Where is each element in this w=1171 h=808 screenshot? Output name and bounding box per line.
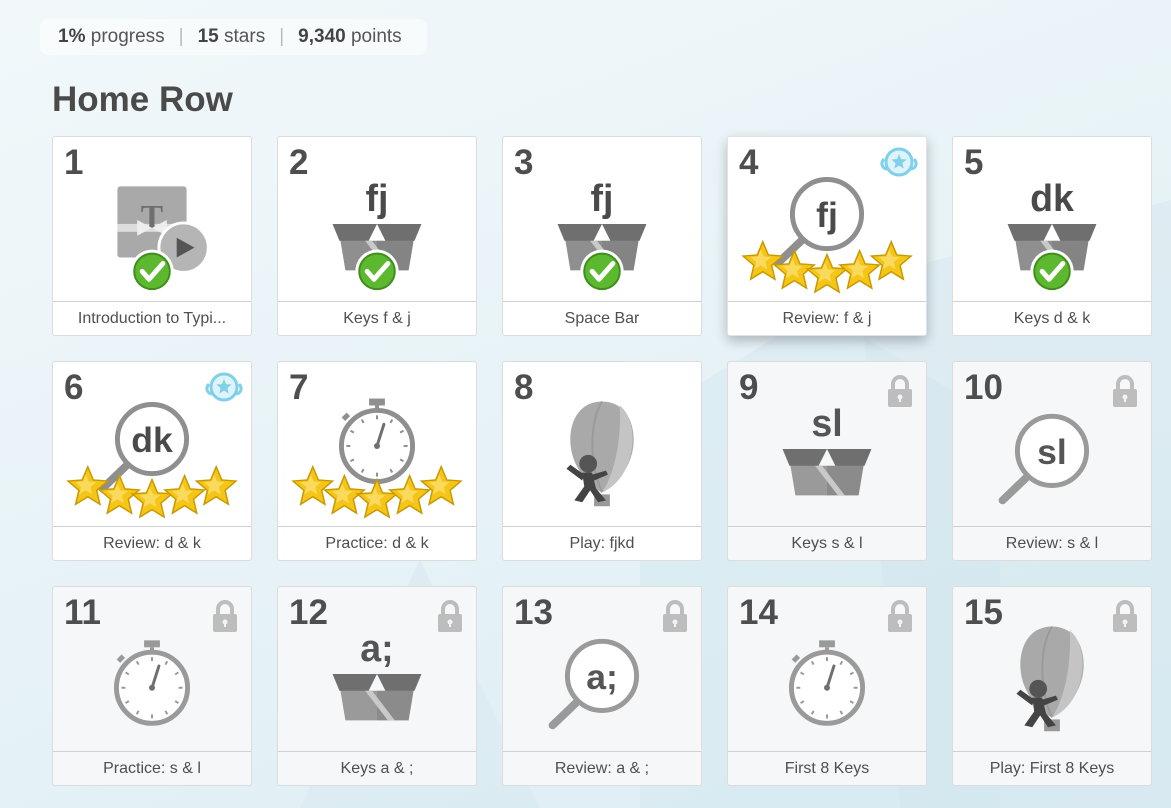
lesson-tile-4[interactable]: fj 4 Review: f & j [727,136,927,336]
lesson-label: Review: f & j [782,309,872,327]
lesson-number: 7 [289,368,309,407]
svg-text:fj: fj [816,195,838,235]
lesson-number: 9 [739,368,759,407]
svg-text:dk: dk [131,420,173,460]
mastery-badge-icon [205,372,243,402]
points-value: 9,340 [298,26,346,47]
lock-icon [1113,600,1137,632]
separator: | [178,26,184,47]
stats-bar: 1% progress | 15 stars | 9,340 points [40,19,427,55]
lesson-number: 15 [964,593,1003,632]
lesson-label-bar: Play: First 8 Keys [953,751,1151,785]
lock-icon [213,600,237,632]
lesson-label: Keys s & l [791,534,863,552]
separator: | [279,26,285,47]
svg-text:fj: fj [591,177,614,219]
lesson-label: Practice: d & k [325,534,429,552]
points-label: points [350,26,402,47]
lock-icon [888,600,912,632]
lesson-label-bar: Review: a & ; [503,751,701,785]
lesson-label-bar: Keys a & ; [278,751,476,785]
lesson-label-bar: Introduction to Typi... [53,301,251,335]
progress-label: progress [90,26,165,47]
lesson-tile-13[interactable]: a; 13 Review: a & ; [502,586,702,786]
lesson-label: Keys d & k [1013,309,1091,327]
lesson-label-bar: Keys d & k [953,301,1151,335]
stars-value: 15 [197,26,219,47]
lesson-label-bar: Review: d & k [53,526,251,560]
lesson-number: 6 [64,368,84,407]
lesson-label: Play: First 8 Keys [989,759,1115,777]
lesson-tile-6[interactable]: dk 6 Review: d & k [52,361,252,561]
stars-label: stars [224,26,266,47]
lesson-label-bar: Play: fjkd [503,526,701,560]
lesson-grid: T 1 Introduction to Typi... fj 2 Keys f & j… [52,136,1152,786]
lesson-number: 12 [289,593,328,632]
lesson-number: 8 [514,368,534,407]
lesson-label: Review: s & l [1005,534,1099,552]
lesson-label: Keys f & j [343,309,411,327]
lesson-tile-3[interactable]: fj 3 Space Bar [502,136,702,336]
mastery-badge-icon [880,147,918,177]
lesson-tile-1[interactable]: T 1 Introduction to Typi... [52,136,252,336]
svg-text:fj: fj [366,177,389,219]
lesson-tile-11[interactable]: 11 Practice: s & l [52,586,252,786]
lesson-label-bar: Keys f & j [278,301,476,335]
lesson-tile-9[interactable]: sl 9 Keys s & l [727,361,927,561]
lock-icon [438,600,462,632]
lesson-number: 13 [514,593,553,632]
lesson-number: 1 [64,143,84,182]
lesson-label: Practice: s & l [103,759,201,777]
progress-value: 1% [58,26,86,47]
lesson-tile-5[interactable]: dk 5 Keys d & k [952,136,1152,336]
lesson-label-bar: Space Bar [503,301,701,335]
lesson-label-bar: First 8 Keys [728,751,926,785]
lesson-label: Review: a & ; [554,759,650,777]
lesson-label: Introduction to Typi... [77,309,227,327]
lesson-label-bar: Review: f & j [728,301,926,335]
lesson-label-bar: Keys s & l [728,526,926,560]
lesson-tile-14[interactable]: 14 First 8 Keys [727,586,927,786]
svg-text:sl: sl [811,402,842,444]
lesson-label-bar: Practice: d & k [278,526,476,560]
lesson-label: Space Bar [564,309,640,327]
lock-icon [1113,375,1137,407]
lesson-tile-15[interactable]: 15 Play: First 8 Keys [952,586,1152,786]
lesson-tile-12[interactable]: a; 12 Keys a & ; [277,586,477,786]
svg-text:a;: a; [586,657,618,697]
svg-text:a;: a; [360,627,393,669]
lesson-number: 5 [964,143,984,182]
lesson-label: Keys a & ; [340,759,414,777]
svg-text:sl: sl [1037,432,1067,472]
svg-text:dk: dk [1030,177,1074,219]
lesson-label: Review: d & k [103,534,201,552]
lesson-tile-7[interactable]: 7 Practice: d & k [277,361,477,561]
lesson-label: Play: fjkd [569,534,635,552]
lesson-label-bar: Review: s & l [953,526,1151,560]
lesson-tile-2[interactable]: fj 2 Keys f & j [277,136,477,336]
lesson-number: 3 [514,143,534,182]
lesson-tile-10[interactable]: sl 10 Review: s & l [952,361,1152,561]
lesson-number: 14 [739,593,778,632]
lesson-tile-8[interactable]: 8 Play: fjkd [502,361,702,561]
lock-icon [663,600,687,632]
lesson-number: 2 [289,143,309,182]
lesson-number: 10 [964,368,1003,407]
lesson-number: 11 [64,593,101,632]
section-title: Home Row [52,80,233,119]
lesson-number: 4 [739,143,759,182]
lesson-label-bar: Practice: s & l [53,751,251,785]
lesson-label: First 8 Keys [784,759,870,777]
lock-icon [888,375,912,407]
